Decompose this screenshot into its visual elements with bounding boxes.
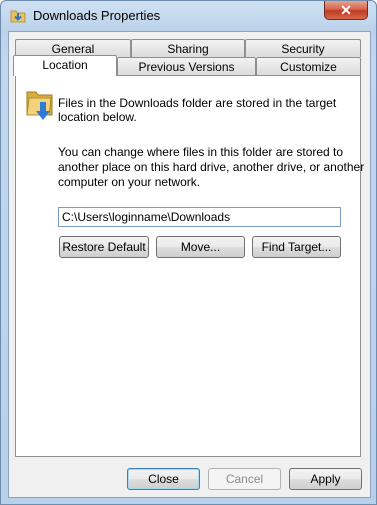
info-text-line2: location below. — [58, 110, 137, 124]
tab-sharing[interactable]: Sharing — [131, 39, 245, 57]
title-bar[interactable]: Downloads Properties ✕ — [1, 1, 376, 31]
tab-customize[interactable]: Customize — [256, 57, 361, 75]
change-text-line3: computer on your network. — [58, 175, 201, 189]
close-button[interactable]: Close — [127, 468, 200, 490]
location-tab-panel — [15, 75, 361, 457]
tab-security[interactable]: Security — [245, 39, 361, 57]
downloads-folder-icon — [10, 10, 26, 23]
target-path-input[interactable]: C:\Users\loginname\Downloads — [58, 207, 341, 227]
window-title: Downloads Properties — [33, 8, 161, 23]
find-target-button[interactable]: Find Target... — [252, 236, 341, 258]
move-button[interactable]: Move... — [156, 236, 245, 258]
downloads-folder-icon — [26, 91, 53, 120]
change-text-line1: You can change where files in this folde… — [58, 145, 344, 159]
window-close-button[interactable]: ✕ — [324, 1, 368, 20]
apply-button[interactable]: Apply — [289, 468, 362, 490]
tab-location[interactable]: Location — [13, 55, 117, 76]
restore-default-button[interactable]: Restore Default — [59, 236, 149, 258]
change-text-line2: another place on this hard drive, anothe… — [58, 160, 365, 174]
cancel-button: Cancel — [208, 468, 281, 490]
info-text-line1: Files in the Downloads folder are stored… — [58, 96, 337, 110]
tab-previous-versions[interactable]: Previous Versions — [117, 57, 256, 75]
